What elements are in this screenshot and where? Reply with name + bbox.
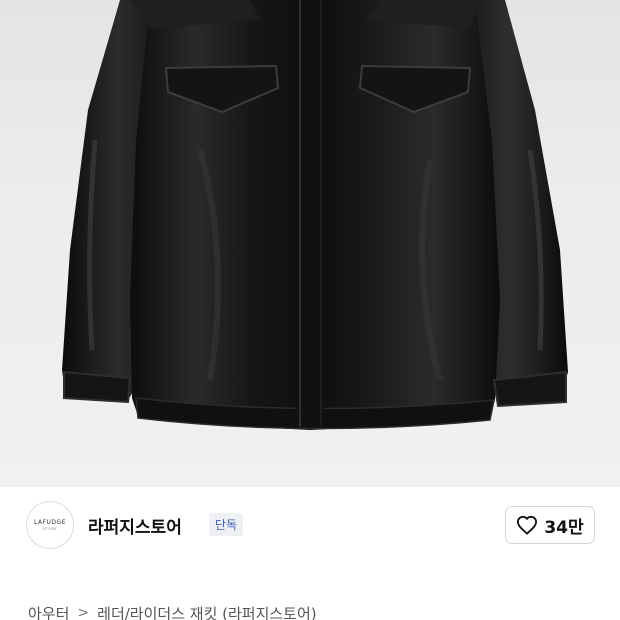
store-name[interactable]: 라퍼지스토어 <box>88 513 182 538</box>
heart-icon <box>517 515 538 535</box>
breadcrumb-separator: > <box>77 605 90 620</box>
like-button[interactable]: 34만 <box>505 506 595 544</box>
like-count: 34만 <box>544 517 584 538</box>
exclusive-badge: 단독 <box>209 513 244 536</box>
store-logo-text: LAFUDGE <box>34 519 66 526</box>
breadcrumb-item-subcategory[interactable]: 레더/라이더스 재킷 (라퍼지스토어) <box>97 603 317 620</box>
breadcrumb: 아우터 > 레더/라이더스 재킷 (라퍼지스토어) <box>28 600 317 620</box>
product-image[interactable] <box>0 0 620 487</box>
breadcrumb-item-category[interactable]: 아우터 <box>28 603 69 620</box>
store-logo-subtext: STORE <box>42 527 58 531</box>
store-logo[interactable]: LAFUDGE STORE <box>26 501 74 549</box>
store-info-row: LAFUDGE STORE 라퍼지스토어 단독 34만 <box>0 487 620 573</box>
leather-jacket-image <box>62 0 568 430</box>
